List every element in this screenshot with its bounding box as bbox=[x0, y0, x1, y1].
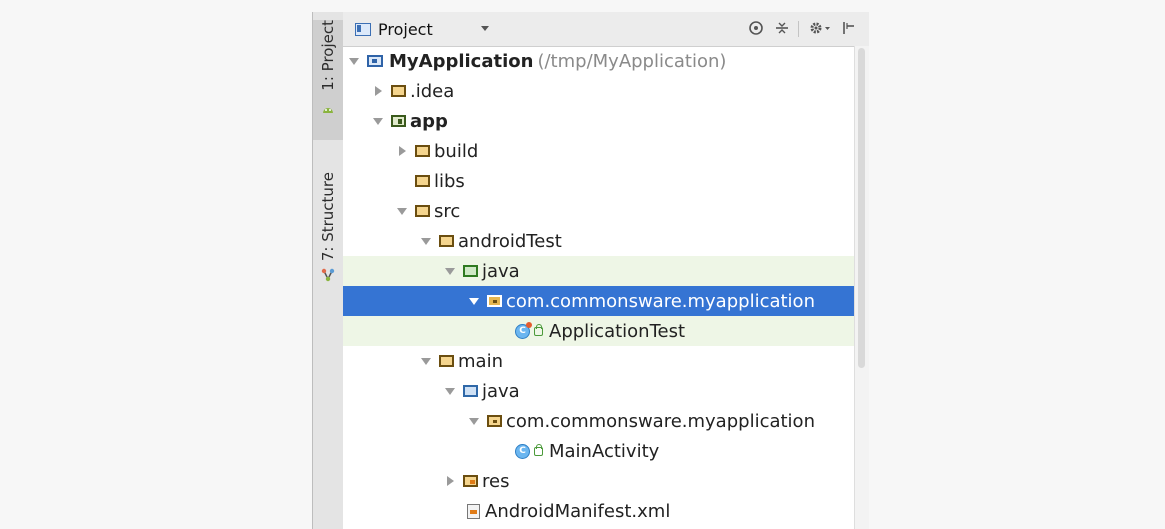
expand-arrow-icon[interactable] bbox=[467, 406, 481, 436]
tree-label: src bbox=[434, 200, 461, 222]
folder-icon bbox=[415, 145, 430, 157]
public-icon bbox=[534, 323, 543, 336]
view-selector-dropdown[interactable]: Project bbox=[349, 16, 495, 42]
project-view-icon bbox=[355, 22, 371, 36]
tree-label: build bbox=[434, 140, 479, 162]
tree-row-libs[interactable]: libs bbox=[343, 166, 855, 196]
tree-row-test-package[interactable]: com.commonsware.myapplication bbox=[343, 286, 855, 316]
expand-arrow-icon[interactable] bbox=[419, 346, 433, 376]
tab-structure-label: 7: Structure bbox=[319, 172, 337, 262]
tree-row-java-test[interactable]: java bbox=[343, 256, 855, 286]
package-icon bbox=[487, 415, 502, 427]
tree-row-src[interactable]: src bbox=[343, 196, 855, 226]
folder-icon bbox=[439, 235, 454, 247]
tree-label: com.commonsware.myapplication bbox=[506, 410, 815, 432]
tab-project-label: 1: Project bbox=[319, 20, 337, 91]
folder-icon bbox=[439, 355, 454, 367]
test-source-folder-icon bbox=[463, 265, 478, 277]
folder-icon bbox=[391, 85, 406, 97]
collapse-all-icon[interactable] bbox=[773, 20, 791, 38]
project-icon bbox=[367, 55, 383, 67]
project-toolbar: Project bbox=[343, 12, 869, 47]
test-class-icon: C bbox=[515, 321, 532, 339]
tree-label: libs bbox=[434, 170, 465, 192]
expand-arrow-icon[interactable] bbox=[443, 376, 457, 406]
tree-row-res[interactable]: res bbox=[343, 466, 855, 496]
tree-label: AndroidManifest.xml bbox=[485, 500, 671, 522]
expand-arrow-icon[interactable] bbox=[347, 46, 361, 76]
root-path: (/tmp/MyApplication) bbox=[537, 50, 727, 72]
chevron-down-icon bbox=[481, 26, 489, 31]
tree-label: res bbox=[482, 470, 510, 492]
class-icon: C bbox=[515, 443, 530, 459]
source-folder-icon bbox=[463, 385, 478, 397]
project-tree: MyApplication (/tmp/MyApplication) .idea… bbox=[343, 46, 855, 529]
public-icon bbox=[534, 443, 543, 456]
xml-file-icon bbox=[467, 503, 480, 519]
structure-icon bbox=[321, 267, 335, 286]
tree-row-root[interactable]: MyApplication (/tmp/MyApplication) bbox=[343, 46, 855, 76]
collapsed-arrow-icon[interactable] bbox=[443, 466, 457, 496]
tree-label: app bbox=[410, 110, 448, 132]
tree-label: ApplicationTest bbox=[549, 320, 686, 342]
tree-row-main-package[interactable]: com.commonsware.myapplication bbox=[343, 406, 855, 436]
tree-row-idea[interactable]: .idea bbox=[343, 76, 855, 106]
expand-arrow-icon[interactable] bbox=[419, 226, 433, 256]
tree-label: java bbox=[482, 380, 520, 402]
toolbar-separator bbox=[798, 21, 799, 37]
tree-label: .idea bbox=[410, 80, 455, 102]
tree-row-app[interactable]: app bbox=[343, 106, 855, 136]
tree-label: MainActivity bbox=[549, 440, 660, 462]
tree-label: main bbox=[458, 350, 503, 372]
expand-arrow-icon[interactable] bbox=[443, 256, 457, 286]
expand-arrow-icon[interactable] bbox=[395, 196, 409, 226]
tree-label: com.commonsware.myapplication bbox=[506, 290, 815, 312]
project-tool-window: Project MyApplication (/tmp/MyApplicatio… bbox=[343, 12, 869, 529]
android-icon bbox=[321, 99, 335, 118]
expand-arrow-icon[interactable] bbox=[371, 106, 385, 136]
vertical-scrollbar[interactable] bbox=[854, 46, 869, 529]
tree-row-mainactivity[interactable]: C MainActivity bbox=[343, 436, 855, 466]
tree-label: androidTest bbox=[458, 230, 562, 252]
scrollbar-thumb[interactable] bbox=[858, 48, 865, 368]
target-icon[interactable] bbox=[747, 20, 765, 38]
collapsed-arrow-icon[interactable] bbox=[395, 136, 409, 166]
tree-row-applicationtest[interactable]: C ApplicationTest bbox=[343, 316, 855, 346]
folder-icon bbox=[415, 205, 430, 217]
package-icon bbox=[487, 295, 502, 307]
expand-arrow-icon[interactable] bbox=[467, 286, 481, 316]
tab-project[interactable]: 1: Project bbox=[313, 20, 343, 140]
gear-icon[interactable] bbox=[807, 20, 833, 38]
tree-row-main[interactable]: main bbox=[343, 346, 855, 376]
tab-structure[interactable]: 7: Structure bbox=[313, 172, 343, 286]
resources-folder-icon bbox=[463, 475, 478, 487]
tree-label: java bbox=[482, 260, 520, 282]
tree-row-manifest[interactable]: AndroidManifest.xml bbox=[343, 496, 855, 526]
view-selector-label: Project bbox=[378, 19, 433, 39]
tree-row-java-main[interactable]: java bbox=[343, 376, 855, 406]
hide-panel-icon[interactable] bbox=[839, 20, 857, 38]
module-icon bbox=[391, 115, 406, 127]
root-name: MyApplication bbox=[389, 50, 534, 72]
collapsed-arrow-icon[interactable] bbox=[371, 76, 385, 106]
folder-icon bbox=[415, 175, 430, 187]
tree-row-build[interactable]: build bbox=[343, 136, 855, 166]
tool-window-stripe: 1: Project 7: Structure bbox=[312, 12, 344, 529]
tree-row-androidtest[interactable]: androidTest bbox=[343, 226, 855, 256]
